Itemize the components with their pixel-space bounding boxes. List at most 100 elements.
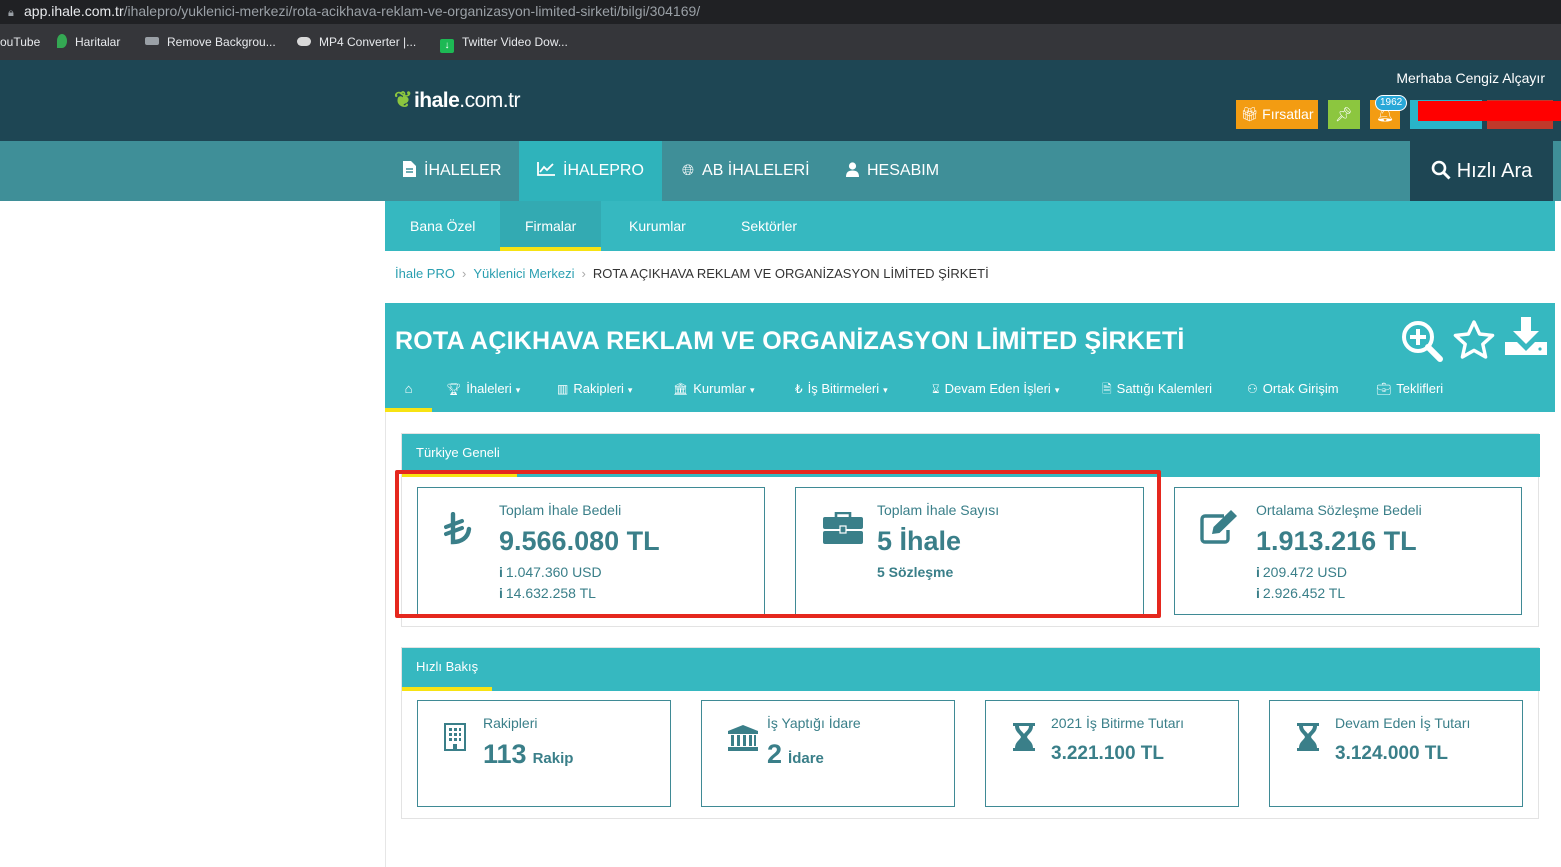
caret-down-icon: ▾ <box>627 385 633 395</box>
bookmark-twitter-video[interactable]: ↓ Twitter Video Dow... <box>440 34 568 53</box>
trophy-icon: 🏆︎ <box>446 382 462 396</box>
nav-ab-ihaleleri[interactable]: 🌐︎ AB İHALELERİ <box>664 141 828 201</box>
chevron-right-icon: › <box>461 266 467 281</box>
site-logo[interactable]: ❦ihale.com.tr <box>394 87 520 113</box>
lira-icon: ₺ <box>795 382 803 396</box>
company-tab-rakipleri[interactable]: ▥ Rakipleri ▾ <box>557 373 632 412</box>
site-header: ❦ihale.com.tr Merhaba Cengiz Alçayır 🎁︎ … <box>0 60 1561 141</box>
nav-label: İHALELER <box>424 162 502 179</box>
hourglass-icon <box>1013 723 1035 751</box>
section-underline <box>402 687 492 691</box>
company-tab-teklifleri[interactable]: 💼︎ Teklifleri <box>1376 373 1443 412</box>
card-sub-value: 209.472 USD <box>1262 564 1347 580</box>
caret-down-icon: ▾ <box>883 385 888 395</box>
breadcrumb-ihale-pro[interactable]: İhale PRO <box>395 266 455 281</box>
bookmark-label: Haritalar <box>75 35 121 49</box>
card-sub-value: 2.926.452 TL <box>1262 585 1346 601</box>
card-unit: İdare <box>788 750 824 767</box>
building-icon: ▥ <box>557 382 569 396</box>
quick-card-devam-eden-is-tutari[interactable]: Devam Eden İş Tutarı 3.124.000 TL <box>1269 700 1523 807</box>
download-icon[interactable] <box>1505 317 1547 355</box>
info-icon: i <box>1256 585 1260 601</box>
quick-card-is-yaptigi-idare[interactable]: İş Yaptığı İdare 2 İdare <box>701 700 955 807</box>
subnav-firmalar[interactable]: Firmalar <box>500 201 602 251</box>
institution-icon <box>728 725 758 751</box>
browser-url-bar[interactable]: 🔒︎ app.ihale.com.tr/ihalepro/yuklenici-me… <box>0 0 1561 24</box>
tab-label: İş Bitirmeleri <box>807 381 880 396</box>
firsatlar-button[interactable]: 🎁︎ Fırsatlar <box>1236 100 1318 129</box>
quick-card-rakipleri[interactable]: Rakipleri 113 Rakip <box>417 700 671 807</box>
globe-icon: 🌐︎ <box>682 162 695 179</box>
lock-icon: 🔒︎ <box>8 7 14 19</box>
company-tab-kurumlar[interactable]: 🏛︎ Kurumlar ▾ <box>673 373 755 412</box>
sub-nav: Bana Özel Firmalar Kurumlar Sektörler <box>385 201 1555 251</box>
logo-main: ihale <box>413 89 460 112</box>
firsatlar-label: Fırsatlar <box>1262 106 1314 122</box>
zoom-in-icon[interactable] <box>1400 319 1444 363</box>
info-icon: i <box>1256 564 1260 580</box>
tab-label: Teklifleri <box>1396 381 1444 396</box>
users-icon: ⚇ <box>1247 382 1258 396</box>
bookmark-label: ouTube <box>0 35 41 49</box>
user-icon <box>846 162 859 177</box>
star-icon[interactable] <box>1453 320 1495 360</box>
pin-button[interactable]: 📌︎ <box>1328 100 1360 129</box>
card-unit: Rakip <box>532 750 574 767</box>
card-label: Ortalama Sözleşme Bedeli <box>1256 502 1422 518</box>
company-tab-sattigi-kalemleri[interactable]: 🗎︎ Sattığı Kalemleri <box>1102 373 1212 412</box>
bookmark-haritalar[interactable]: Haritalar <box>57 34 120 50</box>
company-tab-ortak-girisim[interactable]: ⚇ Ortak Girişim <box>1247 373 1339 412</box>
card-usd: i 209.472 USD <box>1256 564 1347 580</box>
subnav-kurumlar[interactable]: Kurumlar <box>604 201 711 251</box>
download-icon: ↓ <box>440 39 454 53</box>
tab-label: Sattığı Kalemleri <box>1116 381 1213 396</box>
section-title: Hızlı Bakış <box>402 648 1540 691</box>
nav-hesabim[interactable]: HESABIM <box>828 141 957 201</box>
main-nav: İHALELER İHALEPRO 🌐︎ AB İHALELERİ HESABIM… <box>0 141 1561 201</box>
edit-icon <box>1200 510 1237 544</box>
search-icon <box>1431 160 1451 180</box>
card-adjusted: i 2.926.452 TL <box>1256 585 1345 601</box>
nav-label: AB İHALELERİ <box>702 162 810 179</box>
breadcrumb-yuklenici-merkezi[interactable]: Yüklenici Merkezi <box>473 266 574 281</box>
card-value: 1.913.216 TL <box>1256 526 1417 556</box>
company-tab-is-bitirmeleri[interactable]: ₺ İş Bitirmeleri ▾ <box>795 373 888 412</box>
subnav-bana-ozel[interactable]: Bana Özel <box>385 201 500 251</box>
maps-icon <box>57 34 67 48</box>
chevron-right-icon: › <box>581 266 586 281</box>
caret-down-icon: ▾ <box>1054 385 1060 395</box>
card-label: İş Yaptığı İdare <box>767 715 861 731</box>
quick-card-is-bitirme-tutari[interactable]: 2021 İş Bitirme Tutarı 3.221.100 TL <box>985 700 1239 807</box>
company-tab-devam-eden[interactable]: ⌛︎ Devam Eden İşleri ▾ <box>932 373 1059 412</box>
gift-icon: 🎁︎ <box>1240 106 1263 122</box>
file-icon: 🗎︎ <box>1102 382 1112 396</box>
chart-line-icon <box>537 162 555 176</box>
company-tab-ihaleleri[interactable]: 🏆︎ İhaleleri ▾ <box>446 373 520 412</box>
company-title: ROTA AÇIKHAVA REKLAM VE ORGANİZASYON LİM… <box>395 327 1185 355</box>
bookmark-mp4-converter[interactable]: MP4 Converter |... <box>297 34 416 50</box>
tab-label: Rakipleri <box>573 381 624 396</box>
bookmark-remove-background[interactable]: Remove Backgrou... <box>145 34 276 50</box>
institution-icon: 🏛︎ <box>673 382 689 396</box>
url-host: app.ihale.com.tr <box>24 3 124 19</box>
tab-label: Devam Eden İşleri <box>944 381 1051 396</box>
card-label: 2021 İş Bitirme Tutarı <box>1051 715 1185 731</box>
logo-leaf-icon: ❦ <box>394 87 412 112</box>
company-tab-home[interactable]: ⌂ <box>385 373 432 412</box>
tab-label: Ortak Girişim <box>1262 381 1339 396</box>
nav-ihaleler[interactable]: İHALELER <box>385 141 519 201</box>
nav-ihalepro[interactable]: İHALEPRO <box>519 141 662 201</box>
pin-icon: 📌︎ <box>1335 106 1353 122</box>
tab-label: Kurumlar <box>693 381 746 396</box>
bookmark-youtube[interactable]: ouTube <box>0 34 40 50</box>
home-icon: ⌂ <box>404 381 413 396</box>
layers-icon <box>145 37 159 45</box>
card-value: 3.221.100 TL <box>1051 743 1165 764</box>
hourglass-icon: ⌛︎ <box>932 382 940 396</box>
cloud-icon <box>297 37 311 46</box>
card-value-wrap: 2 İdare <box>767 739 824 770</box>
card-value: 113 <box>483 739 527 769</box>
quick-search-button[interactable]: Hızlı Ara <box>1410 141 1553 201</box>
subnav-sektorler[interactable]: Sektörler <box>716 201 822 251</box>
annotation-highlight-box <box>395 470 1161 618</box>
